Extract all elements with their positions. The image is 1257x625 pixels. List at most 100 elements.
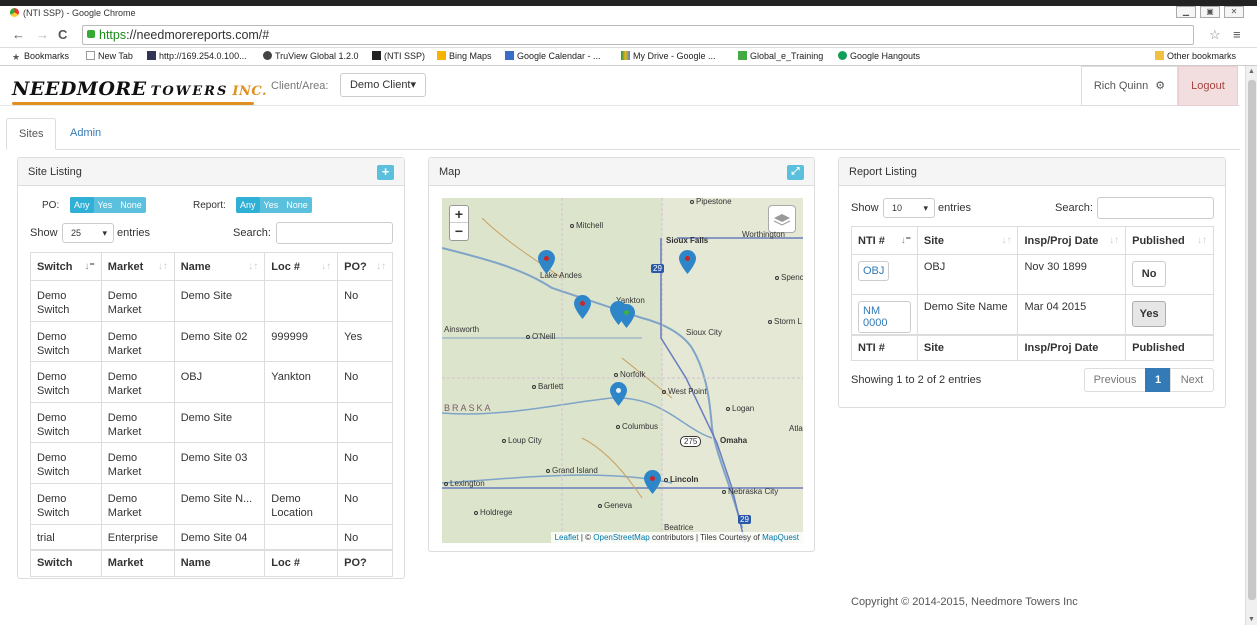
po-filter-any[interactable]: Any: [70, 197, 94, 213]
table-row[interactable]: trial Enterprise Demo Site 04 No: [30, 523, 393, 551]
table-row[interactable]: OBJ OBJ Nov 30 1899 No: [851, 254, 1214, 295]
foot-nti: NTI #: [851, 333, 918, 361]
url-field[interactable]: https://needmorereports.com/#: [82, 25, 1194, 45]
report-filter-none[interactable]: None: [282, 197, 312, 213]
cell-nti: NM 0000: [851, 294, 918, 335]
col-loc[interactable]: Loc # ↓↑: [264, 252, 339, 281]
bookmark-item[interactable]: Google Hangouts: [838, 51, 920, 61]
cell-switch: Demo Switch: [30, 361, 102, 403]
bookmark-item[interactable]: http://169.254.0.100...: [147, 51, 247, 61]
published-toggle[interactable]: Yes: [1132, 301, 1167, 327]
bookmark-item[interactable]: My Drive - Google ...: [621, 51, 716, 61]
layers-button[interactable]: [768, 205, 796, 233]
bookmark-star-icon[interactable]: ☆: [1209, 27, 1221, 43]
report-filter-any[interactable]: Any: [236, 197, 260, 213]
col-date[interactable]: Insp/Proj Date ↓↑: [1017, 226, 1127, 255]
col-nti[interactable]: NTI # ↓⁼: [851, 226, 918, 255]
map-marker[interactable]: [644, 470, 661, 494]
col-published[interactable]: Published ↓↑: [1125, 226, 1214, 255]
bookmark-label: New Tab: [98, 51, 133, 61]
close-window-button[interactable]: ✕: [1224, 6, 1244, 18]
bookmark-item[interactable]: TruView Global 1.2.0: [263, 51, 359, 61]
map-marker[interactable]: [679, 250, 696, 274]
map-label-text: Worthington: [742, 230, 785, 239]
nti-link[interactable]: OBJ: [858, 261, 890, 281]
po-filter-none[interactable]: None: [116, 197, 146, 213]
address-bar-row: ← → C https://needmorereports.com/# ☆ ≡: [0, 22, 1257, 48]
minimize-button[interactable]: ▁: [1176, 6, 1196, 18]
bookmark-item[interactable]: (NTI SSP): [372, 51, 425, 61]
page-scrollbar[interactable]: ▲ ▼: [1245, 66, 1257, 625]
table-row[interactable]: Demo Switch Demo Market Demo Site 02 999999…: [30, 320, 393, 363]
zoom-out-button[interactable]: −: [450, 223, 468, 240]
published-toggle[interactable]: No: [1132, 261, 1167, 287]
bookmark-label: Bing Maps: [449, 51, 492, 61]
col-name[interactable]: Name ↓↑: [173, 252, 266, 281]
col-site[interactable]: Site ↓↑: [916, 226, 1019, 255]
map-canvas[interactable]: + − Pipestone Mitchell Sioux Falls Worth…: [442, 198, 803, 543]
report-page-size-select[interactable]: 10 ▾: [883, 198, 935, 218]
col-po[interactable]: PO? ↓↑: [337, 252, 393, 281]
mapquest-link[interactable]: MapQuest: [762, 533, 799, 542]
bookmark-item[interactable]: Google Calendar - ...: [505, 51, 601, 61]
cell-loc: [264, 401, 339, 444]
bookmark-item[interactable]: Global_e_Training: [738, 51, 823, 61]
leaflet-link[interactable]: Leaflet: [555, 533, 579, 542]
maximize-button[interactable]: ▣: [1200, 6, 1220, 18]
bookmark-item[interactable]: Bing Maps: [437, 51, 492, 61]
col-market[interactable]: Market ↓↑: [100, 252, 175, 281]
map-label-text: Sioux City: [686, 328, 723, 337]
nti-link[interactable]: NM 0000: [858, 301, 911, 333]
scrollbar-thumb[interactable]: [1248, 80, 1256, 600]
po-filter-yes[interactable]: Yes: [94, 197, 117, 213]
report-filter-yes[interactable]: Yes: [260, 197, 283, 213]
map-label: Geneva: [598, 501, 632, 510]
scroll-down-icon[interactable]: ▼: [1248, 616, 1255, 623]
chrome-menu-icon[interactable]: ≡: [1233, 27, 1241, 42]
site-search-input[interactable]: [276, 222, 393, 244]
next-page-button[interactable]: Next: [1170, 368, 1214, 392]
map-marker[interactable]: [538, 250, 555, 274]
cell-loc: [264, 280, 339, 322]
page-size-select[interactable]: 25 ▾: [62, 223, 114, 243]
fullscreen-button[interactable]: ⤢: [787, 165, 804, 180]
zoom-in-button[interactable]: +: [450, 206, 468, 223]
client-dropdown[interactable]: Demo Client▾: [340, 73, 426, 97]
map-label-text: 29: [653, 264, 662, 273]
cell-po: No: [337, 361, 393, 403]
bookmark-item[interactable]: ★ Bookmarks: [12, 51, 69, 62]
forward-icon[interactable]: →: [36, 27, 49, 42]
col-switch[interactable]: Switch ↓⁼: [30, 252, 102, 281]
report-search-input[interactable]: [1097, 197, 1214, 219]
user-menu-button[interactable]: Rich Quinn ⚙: [1081, 66, 1178, 106]
map-marker[interactable]: [618, 304, 635, 328]
logout-button[interactable]: Logout: [1178, 66, 1238, 106]
osm-link[interactable]: OpenStreetMap: [593, 533, 649, 542]
cell-po: No: [337, 482, 393, 525]
tab-admin[interactable]: Admin: [58, 118, 113, 150]
table-row[interactable]: Demo Switch Demo Market OBJ Yankton No: [30, 361, 393, 403]
table-row[interactable]: Demo Switch Demo Market Demo Site No: [30, 401, 393, 444]
other-bookmarks-label: Other bookmarks: [1167, 51, 1237, 61]
tab-sites[interactable]: Sites: [6, 118, 57, 150]
map-marker[interactable]: [574, 295, 591, 319]
table-row[interactable]: NM 0000 Demo Site Name Mar 04 2015 Yes: [851, 294, 1214, 335]
page-1-button[interactable]: 1: [1145, 368, 1171, 392]
search-label: Search:: [1055, 202, 1093, 214]
table-row[interactable]: Demo Switch Demo Market Demo Site 03 No: [30, 442, 393, 484]
other-bookmarks[interactable]: Other bookmarks: [1155, 51, 1236, 61]
table-row[interactable]: Demo Switch Demo Market Demo Site No: [30, 280, 393, 322]
map-label-text: Nebraska City: [728, 487, 779, 496]
back-icon[interactable]: ←: [12, 27, 25, 42]
scroll-up-icon[interactable]: ▲: [1248, 68, 1255, 75]
previous-page-button[interactable]: Previous: [1084, 368, 1146, 392]
map-label: Sioux Falls: [666, 236, 708, 245]
map-label: Loup City: [502, 436, 542, 445]
add-site-button[interactable]: +: [377, 165, 394, 180]
table-row[interactable]: Demo Switch Demo Market Demo Site N... Demo…: [30, 482, 393, 525]
reload-icon[interactable]: C: [58, 27, 67, 42]
map-marker[interactable]: [610, 382, 627, 406]
bookmark-item[interactable]: New Tab: [86, 51, 133, 61]
main-tabs: Sites Admin: [6, 118, 1240, 150]
company-logo[interactable]: NEEDMORE TOWERS INC.: [12, 78, 267, 105]
